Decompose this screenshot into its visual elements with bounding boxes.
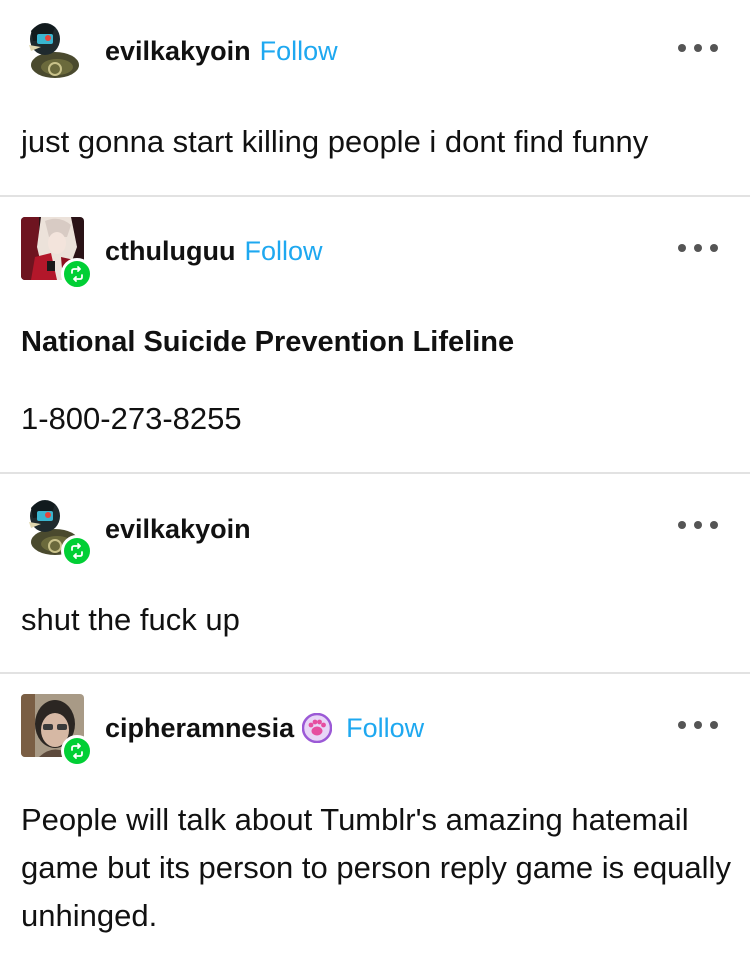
post-divider <box>0 472 750 474</box>
dot-icon <box>710 44 718 52</box>
more-options-button[interactable] <box>678 241 718 255</box>
reblog-badge <box>61 535 93 567</box>
post-title: National Suicide Prevention Lifeline <box>21 326 515 358</box>
dot-icon <box>710 244 718 252</box>
dot-icon <box>710 521 718 529</box>
dot-icon <box>678 44 686 52</box>
username[interactable]: evilkakyoin <box>105 514 251 545</box>
dot-icon <box>678 721 686 729</box>
post-header: evilkakyoin Follow <box>105 34 338 68</box>
post-header: cipheramnesia Follow <box>105 711 424 745</box>
follow-button[interactable]: Follow <box>346 713 424 744</box>
post-text: 1-800-273-8255 <box>21 401 242 436</box>
reblog-icon <box>71 543 83 559</box>
follow-button[interactable]: Follow <box>260 36 338 67</box>
post-header: cthuluguu Follow <box>105 234 323 268</box>
post-text: just gonna start killing people i dont f… <box>21 124 649 159</box>
post-header: evilkakyoin <box>105 512 251 546</box>
post-text: People will talk about Tumblr's amazing … <box>21 802 731 933</box>
dot-icon <box>678 244 686 252</box>
follow-button[interactable]: Follow <box>244 236 322 267</box>
dot-icon <box>678 521 686 529</box>
dot-icon <box>694 521 702 529</box>
dot-icon <box>710 721 718 729</box>
reblog-badge <box>61 735 93 767</box>
rubber-duck-avatar <box>21 17 84 80</box>
dot-icon <box>694 244 702 252</box>
dot-icon <box>694 721 702 729</box>
paw-badge-icon[interactable] <box>302 713 333 743</box>
avatar-evilkakyoin[interactable] <box>21 17 84 80</box>
username[interactable]: evilkakyoin <box>105 36 251 67</box>
post-divider <box>0 195 750 197</box>
more-options-button[interactable] <box>678 41 718 55</box>
post-divider <box>0 672 750 674</box>
more-options-button[interactable] <box>678 518 718 532</box>
reblog-badge <box>61 258 93 290</box>
post-text: shut the fuck up <box>21 602 240 637</box>
dot-icon <box>694 44 702 52</box>
username[interactable]: cipheramnesia <box>105 713 294 744</box>
reblog-icon <box>71 266 83 282</box>
more-options-button[interactable] <box>678 718 718 732</box>
reblog-icon <box>71 743 83 759</box>
username[interactable]: cthuluguu <box>105 236 235 267</box>
